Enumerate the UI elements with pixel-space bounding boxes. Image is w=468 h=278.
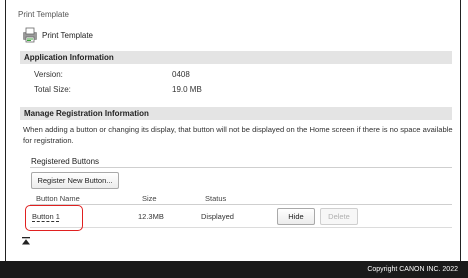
section-header-application-information: Application Information <box>20 51 452 64</box>
section-header-manage-registration: Manage Registration Information <box>20 107 452 120</box>
footer: Copyright CANON INC. 2022 <box>0 261 468 278</box>
column-header-status: Status <box>205 194 227 203</box>
hide-button[interactable]: Hide <box>277 208 315 225</box>
total-size-label: Total Size: <box>34 85 71 94</box>
register-new-button[interactable]: Register New Button... <box>31 172 119 189</box>
app-name: Print Template <box>42 30 93 40</box>
divider <box>30 167 452 168</box>
scroll-to-top-icon[interactable] <box>21 236 31 246</box>
app-header: Print Template <box>22 25 93 45</box>
version-value: 0408 <box>172 70 190 79</box>
page-title: Print Template <box>18 10 69 19</box>
print-template-icon <box>23 27 37 43</box>
delete-button: Delete <box>320 208 358 225</box>
main-frame: Print Template Print Template Applicatio… <box>5 0 461 261</box>
divider <box>30 227 452 228</box>
button-size: 12.3MB <box>138 212 164 221</box>
divider <box>30 204 452 205</box>
highlight-annotation <box>25 205 83 231</box>
registered-buttons-title: Registered Buttons <box>31 157 100 166</box>
copyright-text: Copyright CANON INC. 2022 <box>367 266 458 273</box>
version-label: Version: <box>34 70 63 79</box>
total-size-value: 19.0 MB <box>172 85 202 94</box>
column-header-button-name: Button Name <box>36 194 80 203</box>
column-header-size: Size <box>142 194 157 203</box>
button-status: Displayed <box>201 212 234 221</box>
manage-registration-description: When adding a button or changing its dis… <box>23 125 453 145</box>
